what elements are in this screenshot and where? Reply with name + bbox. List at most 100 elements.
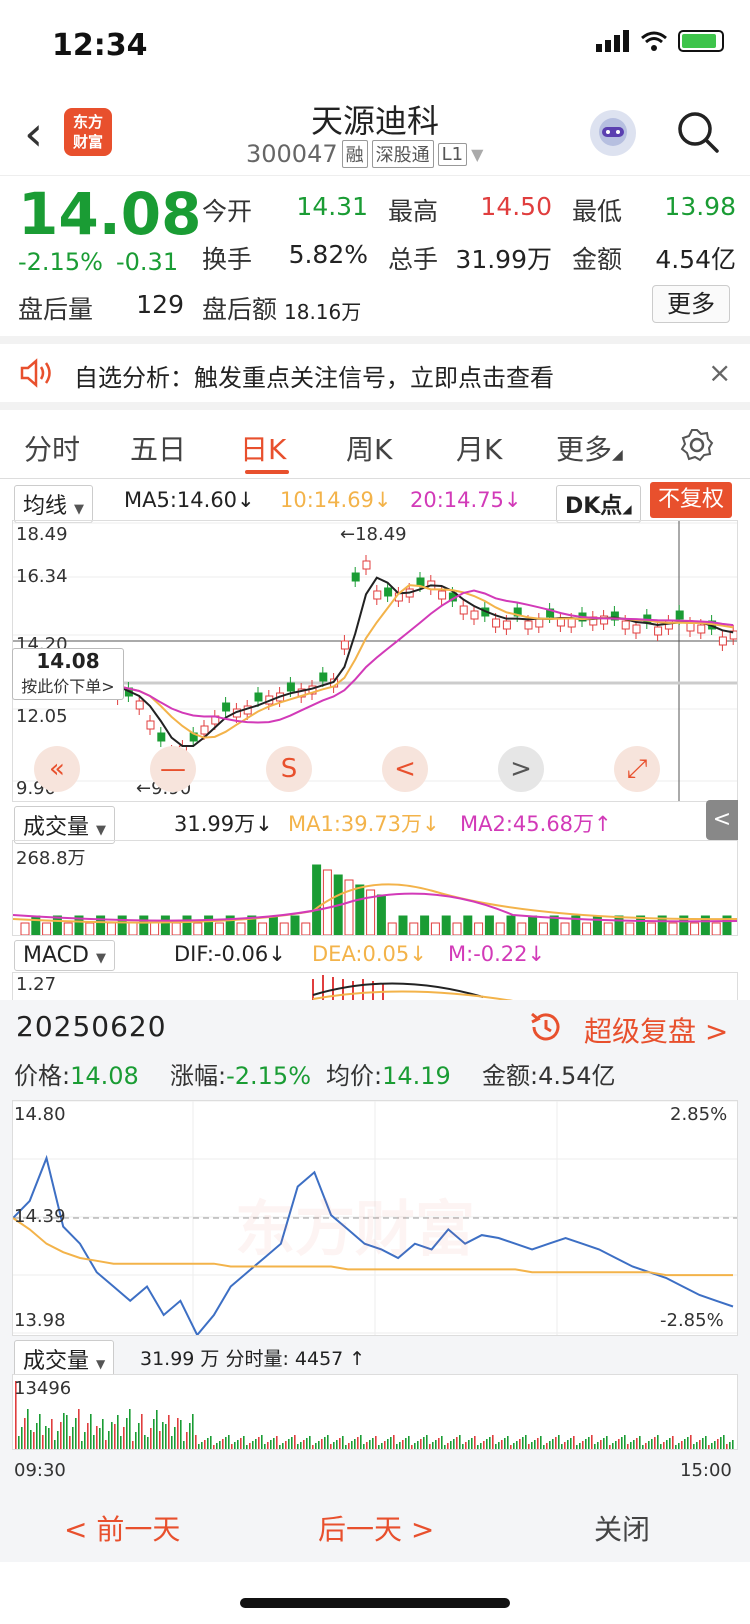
side-panel-toggle[interactable]: < <box>706 800 738 840</box>
intraday-volume-bar <box>459 1435 461 1449</box>
candle <box>351 572 360 582</box>
intraday-volume-bar <box>729 1442 731 1449</box>
more-quote-button[interactable]: 更多 <box>652 285 730 323</box>
close-button[interactable]: 关闭 <box>594 1508 650 1548</box>
intraday-volume-bar <box>564 1442 566 1449</box>
intraday-volume-bar <box>225 1437 227 1449</box>
intraday-chart[interactable]: 东方财富 <box>12 1100 738 1337</box>
close-icon[interactable]: × <box>708 356 731 389</box>
intraday-volume-bar <box>708 1445 710 1449</box>
volume-bar <box>398 915 408 936</box>
dropdown-icon[interactable]: ▼ <box>471 145 483 164</box>
intraday-volume-bar <box>276 1436 278 1449</box>
scroll-right-button[interactable]: > <box>498 746 544 792</box>
macd-select[interactable]: MACD ▼ <box>14 940 115 971</box>
turnover-value: 5.82% <box>288 240 368 269</box>
candle <box>675 610 684 620</box>
macd-max-label: 1.27 <box>16 974 57 995</box>
intraday-volume-bar <box>195 1435 197 1449</box>
intraday-volume-bar <box>504 1438 506 1449</box>
intraday-volume-bar <box>417 1441 419 1449</box>
fuquan-button[interactable]: 不复权 <box>650 482 732 518</box>
assistant-robot-icon[interactable] <box>590 110 636 156</box>
intraday-volume-bar <box>423 1437 425 1449</box>
next-day-button[interactable]: 后一天 > <box>318 1508 434 1548</box>
stock-code-row[interactable]: 300047 融 深股通 L1 ▼ <box>246 140 483 168</box>
scroll-left-button[interactable]: < <box>382 746 428 792</box>
volume-bar <box>344 879 354 936</box>
intraday-volume-bar <box>159 1431 161 1449</box>
intraday-volume-bar <box>300 1442 302 1449</box>
watermark: 东方财富 <box>235 1195 475 1265</box>
intraday-volume-bar <box>237 1440 239 1449</box>
tab-daily-k[interactable]: 日K <box>240 428 286 468</box>
y-tick: 18.49 <box>16 524 68 545</box>
tab-monthly-k[interactable]: 月K <box>456 428 502 468</box>
signal-s-button[interactable]: S <box>266 746 312 792</box>
intraday-volume-bar <box>471 1438 473 1449</box>
candle <box>373 590 382 600</box>
intraday-volume-bar <box>156 1410 158 1449</box>
search-icon[interactable] <box>676 110 720 154</box>
intraday-volume-bar <box>123 1427 125 1449</box>
intraday-volume-bar <box>174 1427 176 1449</box>
volume-bar <box>582 922 592 936</box>
ma-select[interactable]: 均线 ▼ <box>14 485 94 523</box>
intraday-volume-bar <box>321 1439 323 1449</box>
high-label: 最高 <box>388 197 439 226</box>
tag-level: L1 <box>437 142 468 166</box>
intraday-volume-bar <box>465 1442 467 1449</box>
intraday-volume-select[interactable]: 成交量 ▼ <box>14 1340 115 1378</box>
home-indicator <box>240 1598 510 1608</box>
intraday-volume-bar <box>54 1440 56 1449</box>
intraday-volume-bar <box>375 1436 377 1449</box>
intraday-volume-bar <box>723 1435 725 1449</box>
volume-select[interactable]: 成交量 ▼ <box>14 806 116 844</box>
intraday-volume-bar <box>288 1439 290 1449</box>
intraday-volume-bar <box>642 1445 644 1449</box>
prev-day-button[interactable]: < 前一天 <box>64 1508 180 1548</box>
dk-select[interactable]: DK点◢ <box>556 485 641 523</box>
intraday-volume-bar <box>249 1443 251 1449</box>
intraday-volume-bar <box>126 1418 128 1449</box>
fullscreen-button[interactable]: ⤢ <box>614 746 660 792</box>
rewind-button[interactable]: « <box>34 746 80 792</box>
ma10-value: 10:14.69↓ <box>280 488 392 512</box>
tab-more[interactable]: 更多◢ <box>556 428 623 468</box>
intraday-volume-bar <box>486 1439 488 1449</box>
volume-bar <box>355 884 365 936</box>
intraday-volume-bar <box>552 1439 554 1449</box>
intraday-volume-bar <box>720 1437 722 1449</box>
candle <box>319 672 328 682</box>
intraday-volume-bar <box>705 1436 707 1449</box>
price-label: 价格: <box>14 1062 71 1090</box>
tab-timeshare[interactable]: 分时 <box>24 428 80 468</box>
intraday-volume-bar <box>588 1437 590 1449</box>
intraday-volume-bar <box>627 1444 629 1449</box>
intraday-volume-bar <box>144 1435 146 1449</box>
intraday-volume-bar <box>690 1435 692 1449</box>
tab-weekly-k[interactable]: 周K <box>346 428 392 468</box>
intraday-volume-bar <box>228 1435 230 1449</box>
intraday-volume-bar <box>447 1443 449 1449</box>
notice-text[interactable]: 自选分析：触发重点关注信号，立即点击查看 <box>74 358 554 393</box>
minus-button[interactable]: — <box>150 746 196 792</box>
high-value: 14.50 <box>480 192 552 221</box>
after-amount-label: 盘后额 <box>202 295 278 324</box>
crosshair-price-box[interactable]: 14.08 按此价下单> <box>12 648 124 700</box>
gear-icon[interactable] <box>680 428 714 462</box>
intraday-volume-bar <box>153 1419 155 1449</box>
intraday-volume-bar <box>210 1436 212 1449</box>
intraday-volume-bar <box>558 1435 560 1449</box>
candle <box>567 618 576 628</box>
intraday-volume-bar <box>399 1442 401 1449</box>
tag-connect: 深股通 <box>371 140 434 168</box>
pct-top-label: 2.85% <box>670 1104 728 1125</box>
intraday-volume-bar <box>453 1439 455 1449</box>
super-replay-link[interactable]: 超级复盘 > <box>584 1010 728 1050</box>
history-icon[interactable] <box>528 1010 564 1044</box>
tab-five-day[interactable]: 五日 <box>130 428 186 468</box>
intraday-volume-bar <box>432 1442 434 1449</box>
intraday-volume-bar <box>261 1435 263 1449</box>
intraday-volume-bar <box>513 1443 515 1449</box>
